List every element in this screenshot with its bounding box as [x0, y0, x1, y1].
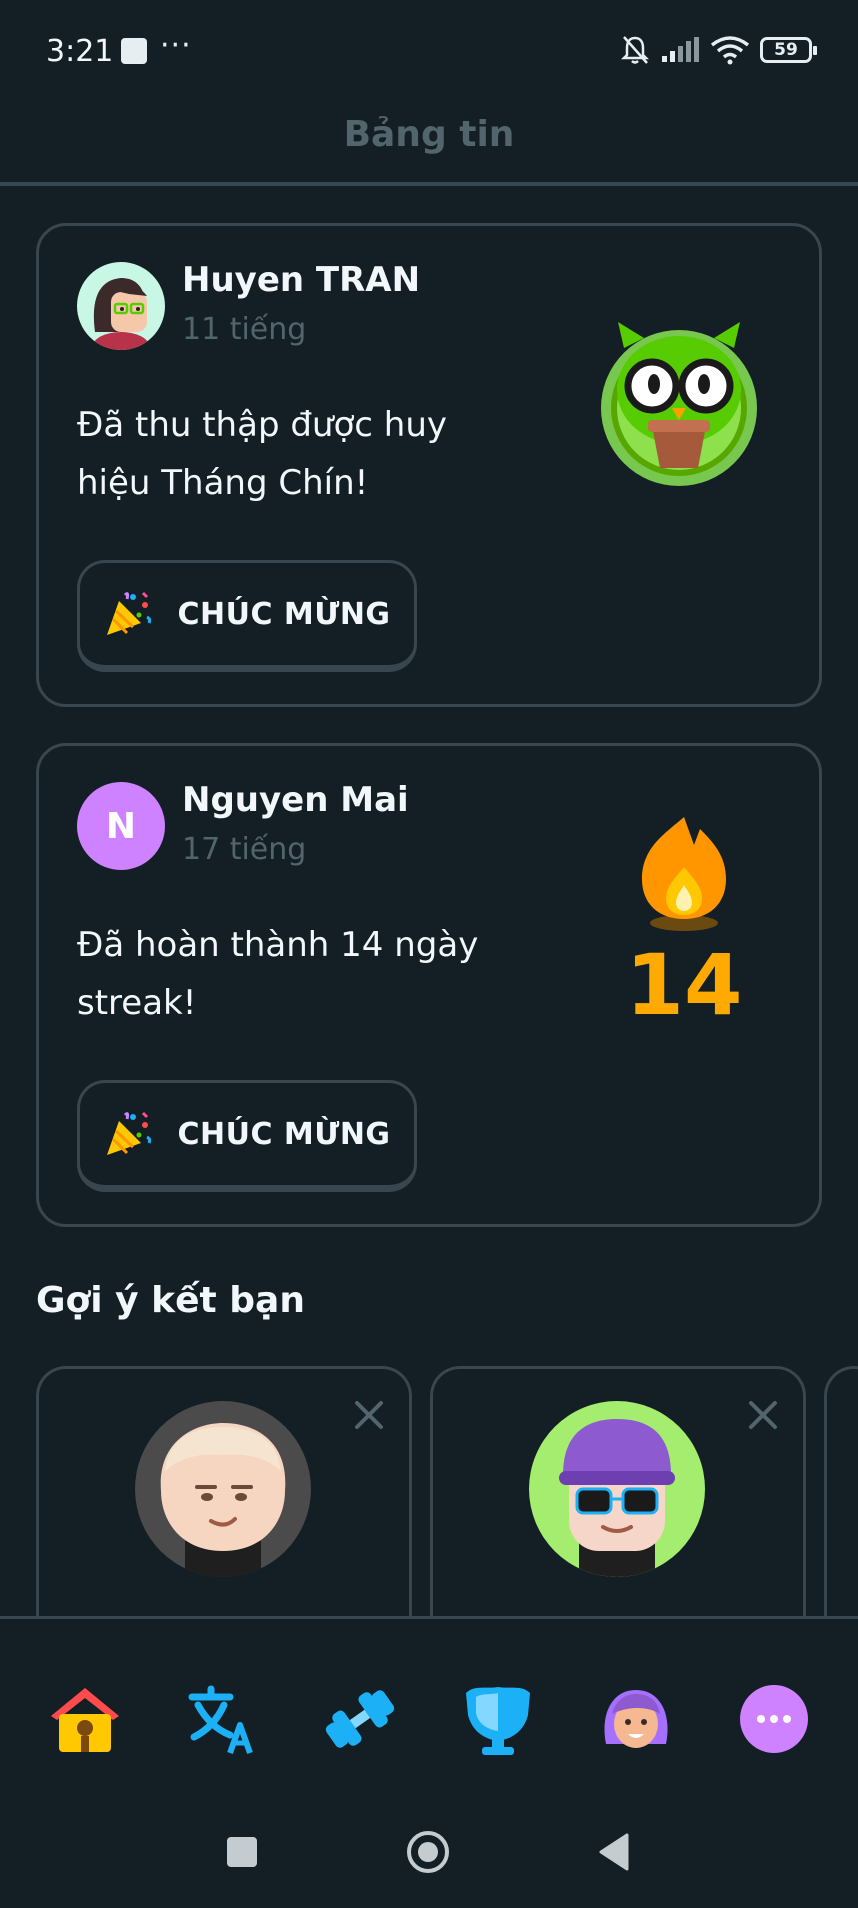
close-icon[interactable] [351, 1397, 387, 1433]
signal-icon [662, 37, 699, 62]
cheer-button[interactable]: CHÚC MỪNG [77, 560, 417, 672]
post-time: 17 tiếng [182, 832, 307, 867]
nav-practice[interactable] [320, 1679, 400, 1759]
nav-more[interactable] [734, 1679, 814, 1759]
friend-suggestions-title: Gợi ý kết bạn [36, 1280, 305, 1321]
more-icon [740, 1685, 808, 1753]
status-icons: 59 [620, 30, 817, 70]
feed-card: N Nguyen Mai 17 tiếng Đã hoàn thành 14 n… [36, 743, 822, 1227]
system-home-button[interactable] [402, 1826, 454, 1878]
friend-suggestion-card[interactable] [824, 1366, 858, 1626]
shield-icon [466, 1687, 530, 1755]
cheer-button[interactable]: CHÚC MỪNG [77, 1080, 417, 1192]
wifi-icon [710, 36, 750, 65]
party-popper-icon [107, 1111, 152, 1155]
recents-icon [227, 1837, 257, 1867]
feed-card: Huyen TRAN 11 tiếng Đã thu thập được huy… [36, 223, 822, 707]
nav-home[interactable] [45, 1679, 125, 1759]
user-name[interactable]: Nguyen Mai [182, 780, 409, 820]
friend-suggestion-card[interactable] [430, 1366, 806, 1626]
party-popper-icon [107, 591, 152, 635]
nav-learn[interactable] [182, 1679, 262, 1759]
status-dots: ··· [160, 28, 192, 63]
back-icon [599, 1833, 629, 1871]
avatar-girl-glasses-icon [77, 262, 165, 350]
streak-count: 14 [625, 936, 743, 1034]
notification-square-icon [121, 38, 147, 64]
cheer-button-label: CHÚC MỪNG [177, 1116, 391, 1152]
dumbbell-icon [325, 1690, 395, 1748]
page-title: Bảng tin [343, 114, 515, 155]
battery-icon: 59 [760, 37, 817, 63]
avatar-letter: N [105, 805, 137, 847]
home-circle-icon [407, 1831, 449, 1873]
nav-leaderboard[interactable] [458, 1679, 538, 1759]
translate-icon [188, 1685, 253, 1755]
avatar[interactable]: N [77, 782, 165, 870]
post-time: 11 tiếng [182, 312, 307, 347]
nav-profile[interactable] [596, 1679, 676, 1759]
avatar[interactable] [135, 1401, 311, 1577]
status-bar: 3:21 ··· 59 [0, 0, 858, 100]
profile-icon [604, 1690, 668, 1748]
friend-suggestion-card[interactable] [36, 1366, 412, 1626]
back-button[interactable] [588, 1826, 640, 1878]
cheer-button-label: CHÚC MỪNG [177, 596, 391, 632]
feed-header: Bảng tin [0, 100, 858, 186]
bottom-navigation [0, 1616, 858, 1796]
post-message: Đã thu thập được huy hiệu Tháng Chín! [77, 405, 447, 503]
post-message: Đã hoàn thành 14 ngày streak! [77, 925, 479, 1023]
bell-off-icon [620, 36, 650, 64]
system-navigation [0, 1796, 858, 1908]
avatar[interactable] [77, 262, 165, 350]
avatar[interactable] [529, 1401, 705, 1577]
streak-flame-icon [624, 811, 744, 931]
user-name[interactable]: Huyen TRAN [182, 260, 420, 300]
status-time: 3:21 [46, 34, 114, 69]
avatar-purple-cap-icon [529, 1401, 705, 1577]
home-icon [51, 1688, 119, 1752]
recents-button[interactable] [216, 1826, 268, 1878]
monthly-badge-owl-icon [594, 308, 764, 488]
close-icon[interactable] [745, 1397, 781, 1433]
avatar-pale-icon [135, 1401, 311, 1577]
